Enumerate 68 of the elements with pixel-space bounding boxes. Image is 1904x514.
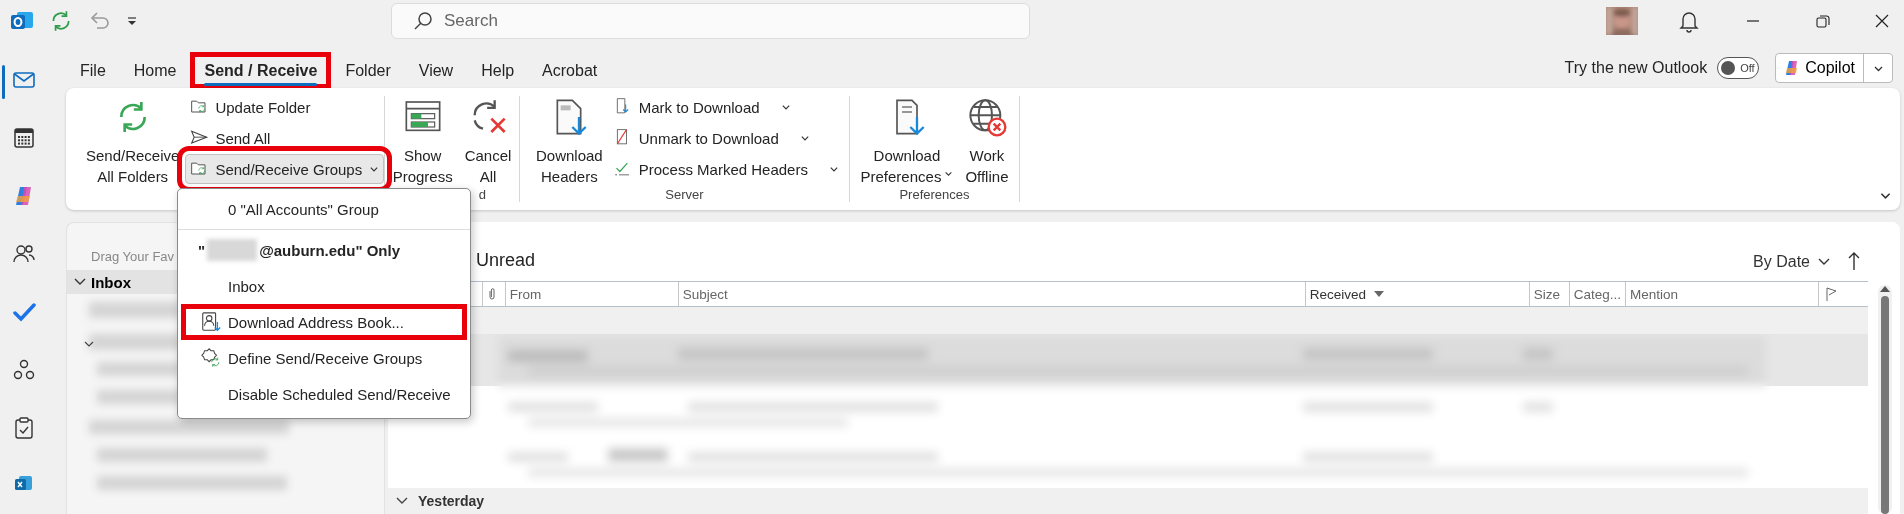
tab[interactable]: Folder bbox=[331, 52, 405, 89]
toggle-switch[interactable]: Off bbox=[1717, 57, 1760, 79]
tab[interactable]: View bbox=[404, 52, 468, 89]
menu-heading-text: " bbox=[198, 241, 206, 259]
column-header[interactable]: Categ... bbox=[1568, 282, 1626, 306]
ribbon-button[interactable]: Download Headers bbox=[530, 96, 609, 187]
tab[interactable]: Help bbox=[467, 52, 529, 89]
column-header[interactable]: From bbox=[504, 282, 678, 306]
gear-sync-icon bbox=[200, 347, 222, 369]
restore-icon[interactable] bbox=[1816, 14, 1830, 28]
address-book-download-icon bbox=[200, 311, 222, 333]
nodes-icon[interactable] bbox=[12, 358, 36, 382]
menu-item[interactable]: Disable Scheduled Send/Receive bbox=[181, 376, 467, 412]
folder-item[interactable]: Inbox bbox=[67, 270, 177, 294]
group-header[interactable]: Yesterday bbox=[388, 488, 1868, 514]
menu-item[interactable]: 0 "All Accounts" Group bbox=[181, 191, 467, 227]
toggle-label: Try the new Outlook bbox=[1564, 59, 1708, 77]
tab[interactable]: File bbox=[66, 52, 120, 89]
search-field[interactable]: Search bbox=[391, 3, 1030, 39]
chevron-down-icon bbox=[780, 102, 791, 112]
ribbon-button[interactable]: Work Offline bbox=[959, 96, 1015, 187]
menu-heading-text: @auburn.edu" Only bbox=[259, 241, 401, 259]
column-header[interactable]: Subject bbox=[677, 282, 1305, 306]
calendar-icon[interactable] bbox=[12, 126, 36, 150]
active-indicator bbox=[2, 65, 5, 99]
flag-icon[interactable] bbox=[1825, 287, 1838, 301]
group-label: d bbox=[477, 187, 487, 202]
ribbon-button[interactable]: Download Preferences bbox=[854, 96, 960, 187]
menu-item[interactable]: Define Send/Receive Groups bbox=[181, 340, 467, 376]
close-icon[interactable] bbox=[1875, 14, 1889, 28]
menu-item[interactable]: Inbox bbox=[181, 268, 467, 304]
chevron-down-icon bbox=[369, 164, 380, 174]
redacted-text bbox=[207, 239, 258, 261]
ribbon-button[interactable]: Unmark to Download bbox=[608, 123, 815, 153]
sort-button[interactable]: By Date bbox=[1753, 253, 1830, 271]
filter-label: Unread bbox=[476, 250, 536, 271]
favorites-hint: Drag Your Fav bbox=[91, 249, 175, 266]
tab[interactable]: Home bbox=[119, 52, 191, 89]
chevron-down-icon bbox=[799, 133, 810, 143]
ribbon-button[interactable]: Process Marked Headers bbox=[608, 154, 844, 184]
scrollbar[interactable] bbox=[1878, 285, 1892, 514]
search-icon bbox=[413, 11, 433, 31]
column-header[interactable]: Size bbox=[1528, 282, 1569, 306]
column-header[interactable]: Mention bbox=[1625, 282, 1819, 306]
ribbon-button[interactable]: Show Progress bbox=[386, 96, 459, 187]
notification-bell-icon[interactable] bbox=[1678, 9, 1700, 33]
sort-up-arrow-icon[interactable] bbox=[1848, 251, 1860, 271]
column-header[interactable]: Received bbox=[1304, 282, 1529, 306]
tab[interactable]: Acrobat bbox=[528, 52, 612, 89]
chevron-down-icon bbox=[828, 164, 839, 174]
tab[interactable]: Send / Receive bbox=[190, 52, 332, 89]
ribbon-button[interactable]: Send/Receive All Folders bbox=[80, 96, 186, 187]
ribbon-button[interactable]: Mark to Download bbox=[608, 92, 796, 122]
ribbon-button[interactable]: Update Folder bbox=[185, 92, 316, 122]
scroll-up-icon[interactable] bbox=[1880, 285, 1890, 292]
group-label: Server bbox=[664, 187, 705, 202]
menu-item[interactable]: Download Address Book... bbox=[181, 304, 467, 340]
checkmark-icon[interactable] bbox=[12, 300, 36, 324]
ribbon-button[interactable]: Send All bbox=[185, 123, 276, 153]
customize-caret-icon[interactable] bbox=[126, 15, 138, 27]
paperclip-icon bbox=[486, 287, 497, 301]
copilot-split-button[interactable]: Copilot bbox=[1775, 53, 1893, 83]
ribbon-button[interactable]: Cancel All bbox=[458, 96, 518, 187]
clipboard-check-icon[interactable] bbox=[12, 416, 36, 440]
globe-offline-icon bbox=[966, 97, 1007, 137]
copilot-button[interactable]: Copilot bbox=[1776, 54, 1864, 82]
sort-descending-icon bbox=[1374, 290, 1385, 298]
group-label: Preferences bbox=[898, 187, 971, 202]
